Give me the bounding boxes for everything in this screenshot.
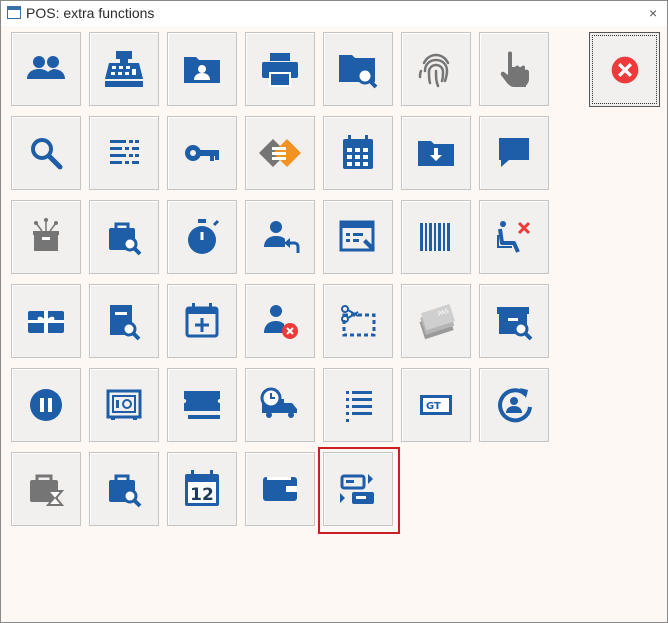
scissors-cut-button[interactable] <box>323 284 393 358</box>
fingerprint-button[interactable] <box>401 32 471 106</box>
customer-card-icon <box>184 57 220 83</box>
calendar-add-button[interactable] <box>167 284 237 358</box>
ticket-icon <box>184 391 220 419</box>
calendar-day-icon: 12 <box>185 470 219 506</box>
chat-button[interactable] <box>479 116 549 190</box>
scissors-cut-icon <box>341 305 376 337</box>
bag-hourglass-icon <box>30 474 65 506</box>
safe-button[interactable] <box>89 368 159 442</box>
delivery-truck-button[interactable] <box>245 368 315 442</box>
checklist-button[interactable] <box>323 368 393 442</box>
window-close-icon[interactable]: × <box>649 5 657 21</box>
folder-download-button[interactable] <box>401 116 471 190</box>
gift-card-icon <box>28 311 64 333</box>
folder-search-button[interactable] <box>323 32 393 106</box>
customers-icon <box>27 56 65 79</box>
barcode-button[interactable] <box>401 200 471 274</box>
user-refresh-button[interactable] <box>479 368 549 442</box>
gift-box-icon <box>33 218 59 251</box>
calendar-day-number: 12 <box>190 485 214 505</box>
key-icon <box>185 145 219 161</box>
calendar-day-button[interactable]: 12 <box>167 452 237 526</box>
user-return-button[interactable] <box>245 200 315 274</box>
print-button[interactable] <box>245 32 315 106</box>
user-remove-button[interactable] <box>245 284 315 358</box>
item-list-button[interactable] <box>89 116 159 190</box>
seat-cancel-button[interactable] <box>479 200 549 274</box>
pause-icon <box>30 389 62 421</box>
calendar-button[interactable] <box>323 116 393 190</box>
gift-box-button[interactable] <box>11 200 81 274</box>
bag-search-button[interactable] <box>89 200 159 274</box>
wallet-button[interactable] <box>245 452 315 526</box>
delivery-truck-icon <box>260 387 297 418</box>
window-icon <box>7 6 21 19</box>
exit-button[interactable] <box>589 32 660 107</box>
user-return-icon <box>264 221 300 253</box>
calendar-icon <box>343 135 373 169</box>
chat-icon <box>499 138 529 167</box>
bag-hourglass-button[interactable] <box>11 452 81 526</box>
form-edit-button[interactable] <box>323 200 393 274</box>
safe-icon <box>106 389 142 420</box>
cards-pass-icon: PAS <box>419 304 455 340</box>
document-search-icon <box>110 305 141 341</box>
gt-card-icon: GT <box>420 395 452 415</box>
folder-download-icon <box>418 141 454 166</box>
cash-register-icon <box>105 51 143 87</box>
item-list-icon <box>110 140 139 164</box>
window-title: POS: extra functions <box>26 5 155 21</box>
focus-outline <box>592 35 657 104</box>
stopwatch-icon <box>188 219 220 254</box>
gift-card-button[interactable] <box>11 284 81 358</box>
barcode-icon <box>420 223 450 251</box>
title-bar: POS: extra functions × <box>1 1 667 26</box>
calendar-add-icon <box>185 303 219 338</box>
stopwatch-button[interactable] <box>167 200 237 274</box>
touch-button[interactable] <box>479 32 549 106</box>
user-refresh-icon <box>498 388 532 423</box>
diamond-arrows-icon <box>259 139 301 167</box>
bag-search-icon <box>109 222 142 256</box>
user-remove-icon <box>264 305 298 339</box>
touch-pointer-icon <box>500 51 529 87</box>
search-icon <box>31 138 63 170</box>
ticket-button[interactable] <box>167 368 237 442</box>
archive-search-icon <box>497 307 533 341</box>
customer-card-button[interactable] <box>167 32 237 106</box>
selection-highlight <box>318 447 400 534</box>
cards-pass-button[interactable]: PAS <box>401 284 471 358</box>
fingerprint-icon <box>418 53 450 88</box>
checklist-icon <box>346 391 372 422</box>
folder-search-icon <box>339 55 378 89</box>
key-button[interactable] <box>167 116 237 190</box>
pause-button[interactable] <box>11 368 81 442</box>
document-search-button[interactable] <box>89 284 159 358</box>
gt-label: GT <box>426 401 441 412</box>
form-edit-icon <box>339 220 375 252</box>
customers-button[interactable] <box>11 32 81 106</box>
diamond-arrows-button[interactable] <box>245 116 315 190</box>
wallet-icon <box>263 477 297 501</box>
bag-search-button-2[interactable] <box>89 452 159 526</box>
cash-register-button[interactable] <box>89 32 159 106</box>
search-button[interactable] <box>11 116 81 190</box>
archive-search-button[interactable] <box>479 284 549 358</box>
gt-card-button[interactable]: GT <box>401 368 471 442</box>
seat-cancel-icon <box>497 221 531 253</box>
pos-extra-functions-window: POS: extra functions × PAS GT 12 <box>0 0 668 623</box>
bag-search-icon <box>109 474 142 508</box>
printer-icon <box>262 53 298 87</box>
